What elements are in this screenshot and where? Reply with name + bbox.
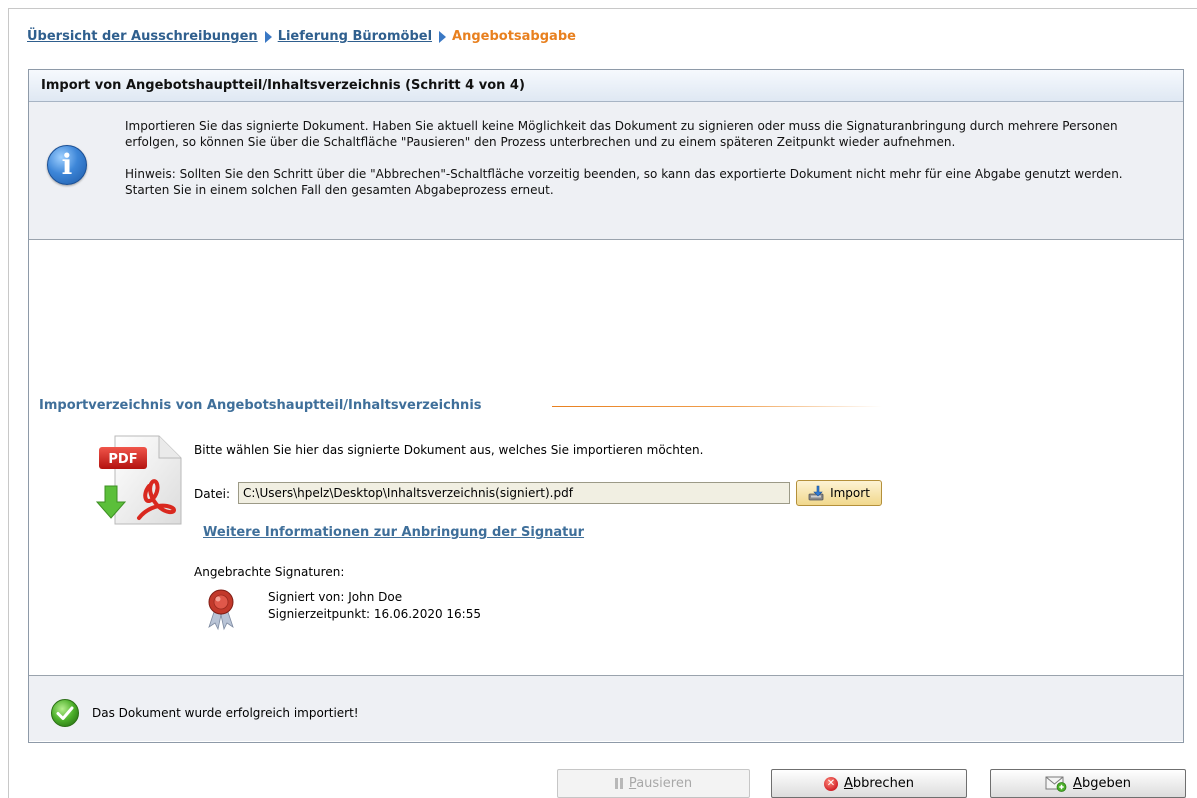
breadcrumb-link-overview[interactable]: Übersicht der Ausschreibungen <box>27 29 258 44</box>
breadcrumb-separator-icon <box>264 30 272 43</box>
file-path-input[interactable] <box>238 482 790 504</box>
import-content: Importverzeichnis von Angebotshauptteil/… <box>29 240 1183 676</box>
cancel-button-label: Abbrechen <box>843 776 915 791</box>
breadcrumb: Übersicht der Ausschreibungen Lieferung … <box>27 29 576 44</box>
breadcrumb-link-tender[interactable]: Lieferung Büromöbel <box>278 29 432 44</box>
cancel-button[interactable]: ✕ Abbrechen <box>771 769 967 798</box>
import-instruction: Bitte wählen Sie hier das signierte Doku… <box>194 443 704 457</box>
signature-info-link[interactable]: Weitere Informationen zur Anbringung der… <box>203 525 584 540</box>
status-message: Das Dokument wurde erfolgreich importier… <box>92 706 359 720</box>
panel-title: Import von Angebotshauptteil/Inhaltsverz… <box>29 70 1183 102</box>
pause-button[interactable]: Pausieren <box>557 769 750 798</box>
section-title: Importverzeichnis von Angebotshauptteil/… <box>39 398 482 413</box>
breadcrumb-current: Angebotsabgabe <box>452 29 576 44</box>
section-divider <box>552 406 882 407</box>
breadcrumb-separator-icon <box>439 30 447 43</box>
submit-button[interactable]: Abgeben <box>990 769 1186 798</box>
file-label: Datei: <box>194 487 231 501</box>
signed-by: Signiert von: John Doe <box>268 590 403 604</box>
import-button[interactable]: Import <box>796 480 882 506</box>
import-icon <box>808 485 824 501</box>
info-paragraph: Importieren Sie das signierte Dokument. … <box>125 119 1118 149</box>
info-box: i Importieren Sie das signierte Dokument… <box>29 102 1183 240</box>
pdf-document-icon: PDF <box>95 435 182 525</box>
svg-text:PDF: PDF <box>108 452 137 467</box>
signed-at: Signierzeitpunkt: 16.06.2020 16:55 <box>268 607 481 621</box>
signature-seal-icon <box>208 589 234 631</box>
signatures-label: Angebrachte Signaturen: <box>194 565 345 579</box>
success-check-icon <box>51 699 79 727</box>
info-icon: i <box>47 145 87 185</box>
info-text: Importieren Sie das signierte Dokument. … <box>125 118 1165 198</box>
info-hint-paragraph: Hinweis: Sollten Sie den Schritt über di… <box>125 167 1123 197</box>
cancel-icon: ✕ <box>823 776 838 791</box>
import-panel: Import von Angebotshauptteil/Inhaltsverz… <box>28 69 1184 743</box>
pause-button-label: Pausieren <box>628 776 693 791</box>
submit-button-label: Abgeben <box>1073 776 1131 791</box>
import-button-label: Import <box>830 486 870 500</box>
pause-icon <box>614 778 623 789</box>
submit-envelope-icon <box>1045 776 1067 792</box>
status-bar: Das Dokument wurde erfolgreich importier… <box>29 676 1183 741</box>
